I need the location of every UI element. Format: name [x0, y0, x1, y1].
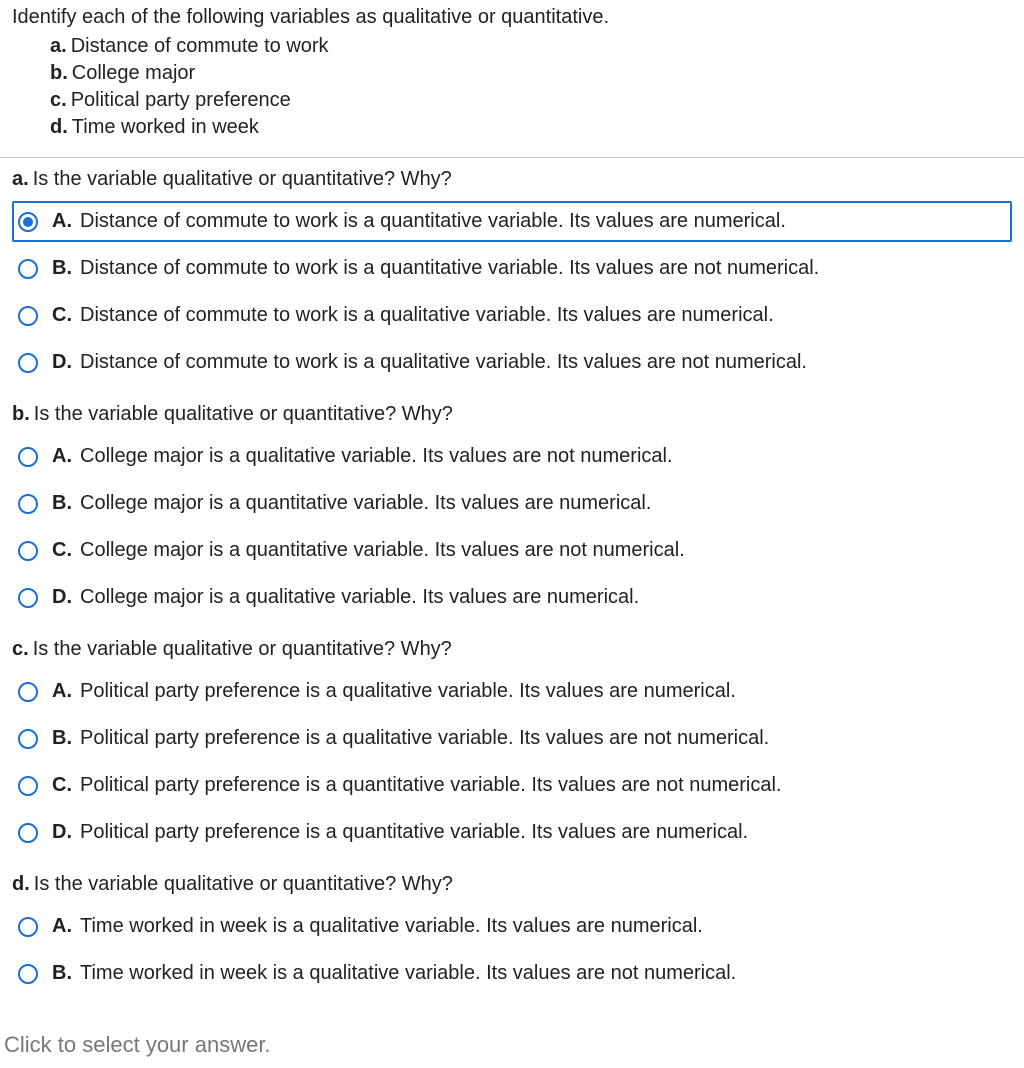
variable-text: Time worked in week: [72, 116, 259, 138]
option-label: B.: [52, 492, 80, 515]
option-a[interactable]: A. Time worked in week is a qualitative …: [12, 906, 1012, 947]
variable-label: d.: [50, 116, 68, 138]
radio-icon: [18, 917, 38, 937]
radio-icon: [18, 776, 38, 796]
option-text: Time worked in week is a qualitative var…: [80, 915, 1006, 938]
option-b[interactable]: B. College major is a quantitative varia…: [12, 483, 1012, 524]
question-header: Identify each of the following variables…: [0, 0, 1024, 151]
option-c[interactable]: C. College major is a quantitative varia…: [12, 530, 1012, 571]
option-label: B.: [52, 727, 80, 750]
options-group: A. Distance of commute to work is a quan…: [12, 201, 1012, 383]
variable-item: d.Time worked in week: [50, 114, 1012, 141]
option-text: Distance of commute to work is a qualita…: [80, 304, 1006, 327]
radio-icon: [18, 729, 38, 749]
option-text: College major is a qualitative variable.…: [80, 445, 1006, 468]
option-label: D.: [52, 821, 80, 844]
options-group: A. College major is a qualitative variab…: [12, 436, 1012, 618]
option-label: D.: [52, 586, 80, 609]
option-text: Political party preference is a quantita…: [80, 774, 1006, 797]
option-label: A.: [52, 915, 80, 938]
radio-icon: [18, 588, 38, 608]
question-label: b.: [12, 403, 30, 425]
instruction-text: Identify each of the following variables…: [12, 6, 1012, 29]
option-label: C.: [52, 304, 80, 327]
radio-icon: [18, 823, 38, 843]
radio-icon: [18, 964, 38, 984]
option-text: Distance of commute to work is a quantit…: [80, 210, 1006, 233]
option-text: College major is a quantitative variable…: [80, 492, 1006, 515]
option-label: B.: [52, 962, 80, 985]
question-text: Is the variable qualitative or quantitat…: [34, 403, 453, 425]
option-a[interactable]: A. Political party preference is a quali…: [12, 671, 1012, 712]
option-c[interactable]: C. Distance of commute to work is a qual…: [12, 295, 1012, 336]
option-label: C.: [52, 774, 80, 797]
option-label: A.: [52, 445, 80, 468]
variable-text: College major: [72, 62, 195, 84]
question-label: c.: [12, 638, 29, 660]
radio-icon: [18, 682, 38, 702]
option-text: Time worked in week is a qualitative var…: [80, 962, 1006, 985]
radio-icon: [18, 541, 38, 561]
radio-icon: [18, 212, 38, 232]
option-label: A.: [52, 680, 80, 703]
option-d[interactable]: D. College major is a qualitative variab…: [12, 577, 1012, 618]
option-text: Political party preference is a qualitat…: [80, 727, 1006, 750]
option-text: College major is a quantitative variable…: [80, 539, 1006, 562]
option-a[interactable]: A. College major is a qualitative variab…: [12, 436, 1012, 477]
variable-item: c.Political party preference: [50, 87, 1012, 114]
variable-label: c.: [50, 89, 67, 111]
question-text: Is the variable qualitative or quantitat…: [33, 168, 452, 190]
variable-item: b.College major: [50, 60, 1012, 87]
question-label: d.: [12, 873, 30, 895]
radio-icon: [18, 494, 38, 514]
question-text: Is the variable qualitative or quantitat…: [33, 638, 452, 660]
option-d[interactable]: D. Political party preference is a quant…: [12, 812, 1012, 853]
question-prompt: b.Is the variable qualitative or quantit…: [12, 403, 1012, 426]
option-label: C.: [52, 539, 80, 562]
variable-item: a.Distance of commute to work: [50, 33, 1012, 60]
variable-list: a.Distance of commute to work b.College …: [12, 33, 1012, 141]
options-group: A. Time worked in week is a qualitative …: [12, 906, 1012, 994]
question-a: a.Is the variable qualitative or quantit…: [0, 158, 1024, 393]
option-label: B.: [52, 257, 80, 280]
variable-label: a.: [50, 35, 67, 57]
option-b[interactable]: B. Political party preference is a quali…: [12, 718, 1012, 759]
variable-text: Political party preference: [71, 89, 291, 111]
option-d[interactable]: D. Distance of commute to work is a qual…: [12, 342, 1012, 383]
option-text: Political party preference is a qualitat…: [80, 680, 1006, 703]
radio-icon: [18, 447, 38, 467]
option-text: College major is a qualitative variable.…: [80, 586, 1006, 609]
options-group: A. Political party preference is a quali…: [12, 671, 1012, 853]
footer-hint: Click to select your answer.: [0, 1004, 1024, 1068]
radio-icon: [18, 353, 38, 373]
option-label: D.: [52, 351, 80, 374]
variable-label: b.: [50, 62, 68, 84]
option-b[interactable]: B. Time worked in week is a qualitative …: [12, 953, 1012, 994]
question-prompt: c.Is the variable qualitative or quantit…: [12, 638, 1012, 661]
question-b: b.Is the variable qualitative or quantit…: [0, 393, 1024, 628]
option-text: Political party preference is a quantita…: [80, 821, 1006, 844]
option-c[interactable]: C. Political party preference is a quant…: [12, 765, 1012, 806]
option-a[interactable]: A. Distance of commute to work is a quan…: [12, 201, 1012, 242]
question-prompt: a.Is the variable qualitative or quantit…: [12, 168, 1012, 191]
variable-text: Distance of commute to work: [71, 35, 329, 57]
question-text: Is the variable qualitative or quantitat…: [34, 873, 453, 895]
question-d: d.Is the variable qualitative or quantit…: [0, 863, 1024, 1004]
option-label: A.: [52, 210, 80, 233]
question-label: a.: [12, 168, 29, 190]
question-c: c.Is the variable qualitative or quantit…: [0, 628, 1024, 863]
radio-icon: [18, 259, 38, 279]
option-text: Distance of commute to work is a qualita…: [80, 351, 1006, 374]
option-b[interactable]: B. Distance of commute to work is a quan…: [12, 248, 1012, 289]
option-text: Distance of commute to work is a quantit…: [80, 257, 1006, 280]
question-prompt: d.Is the variable qualitative or quantit…: [12, 873, 1012, 896]
radio-icon: [18, 306, 38, 326]
